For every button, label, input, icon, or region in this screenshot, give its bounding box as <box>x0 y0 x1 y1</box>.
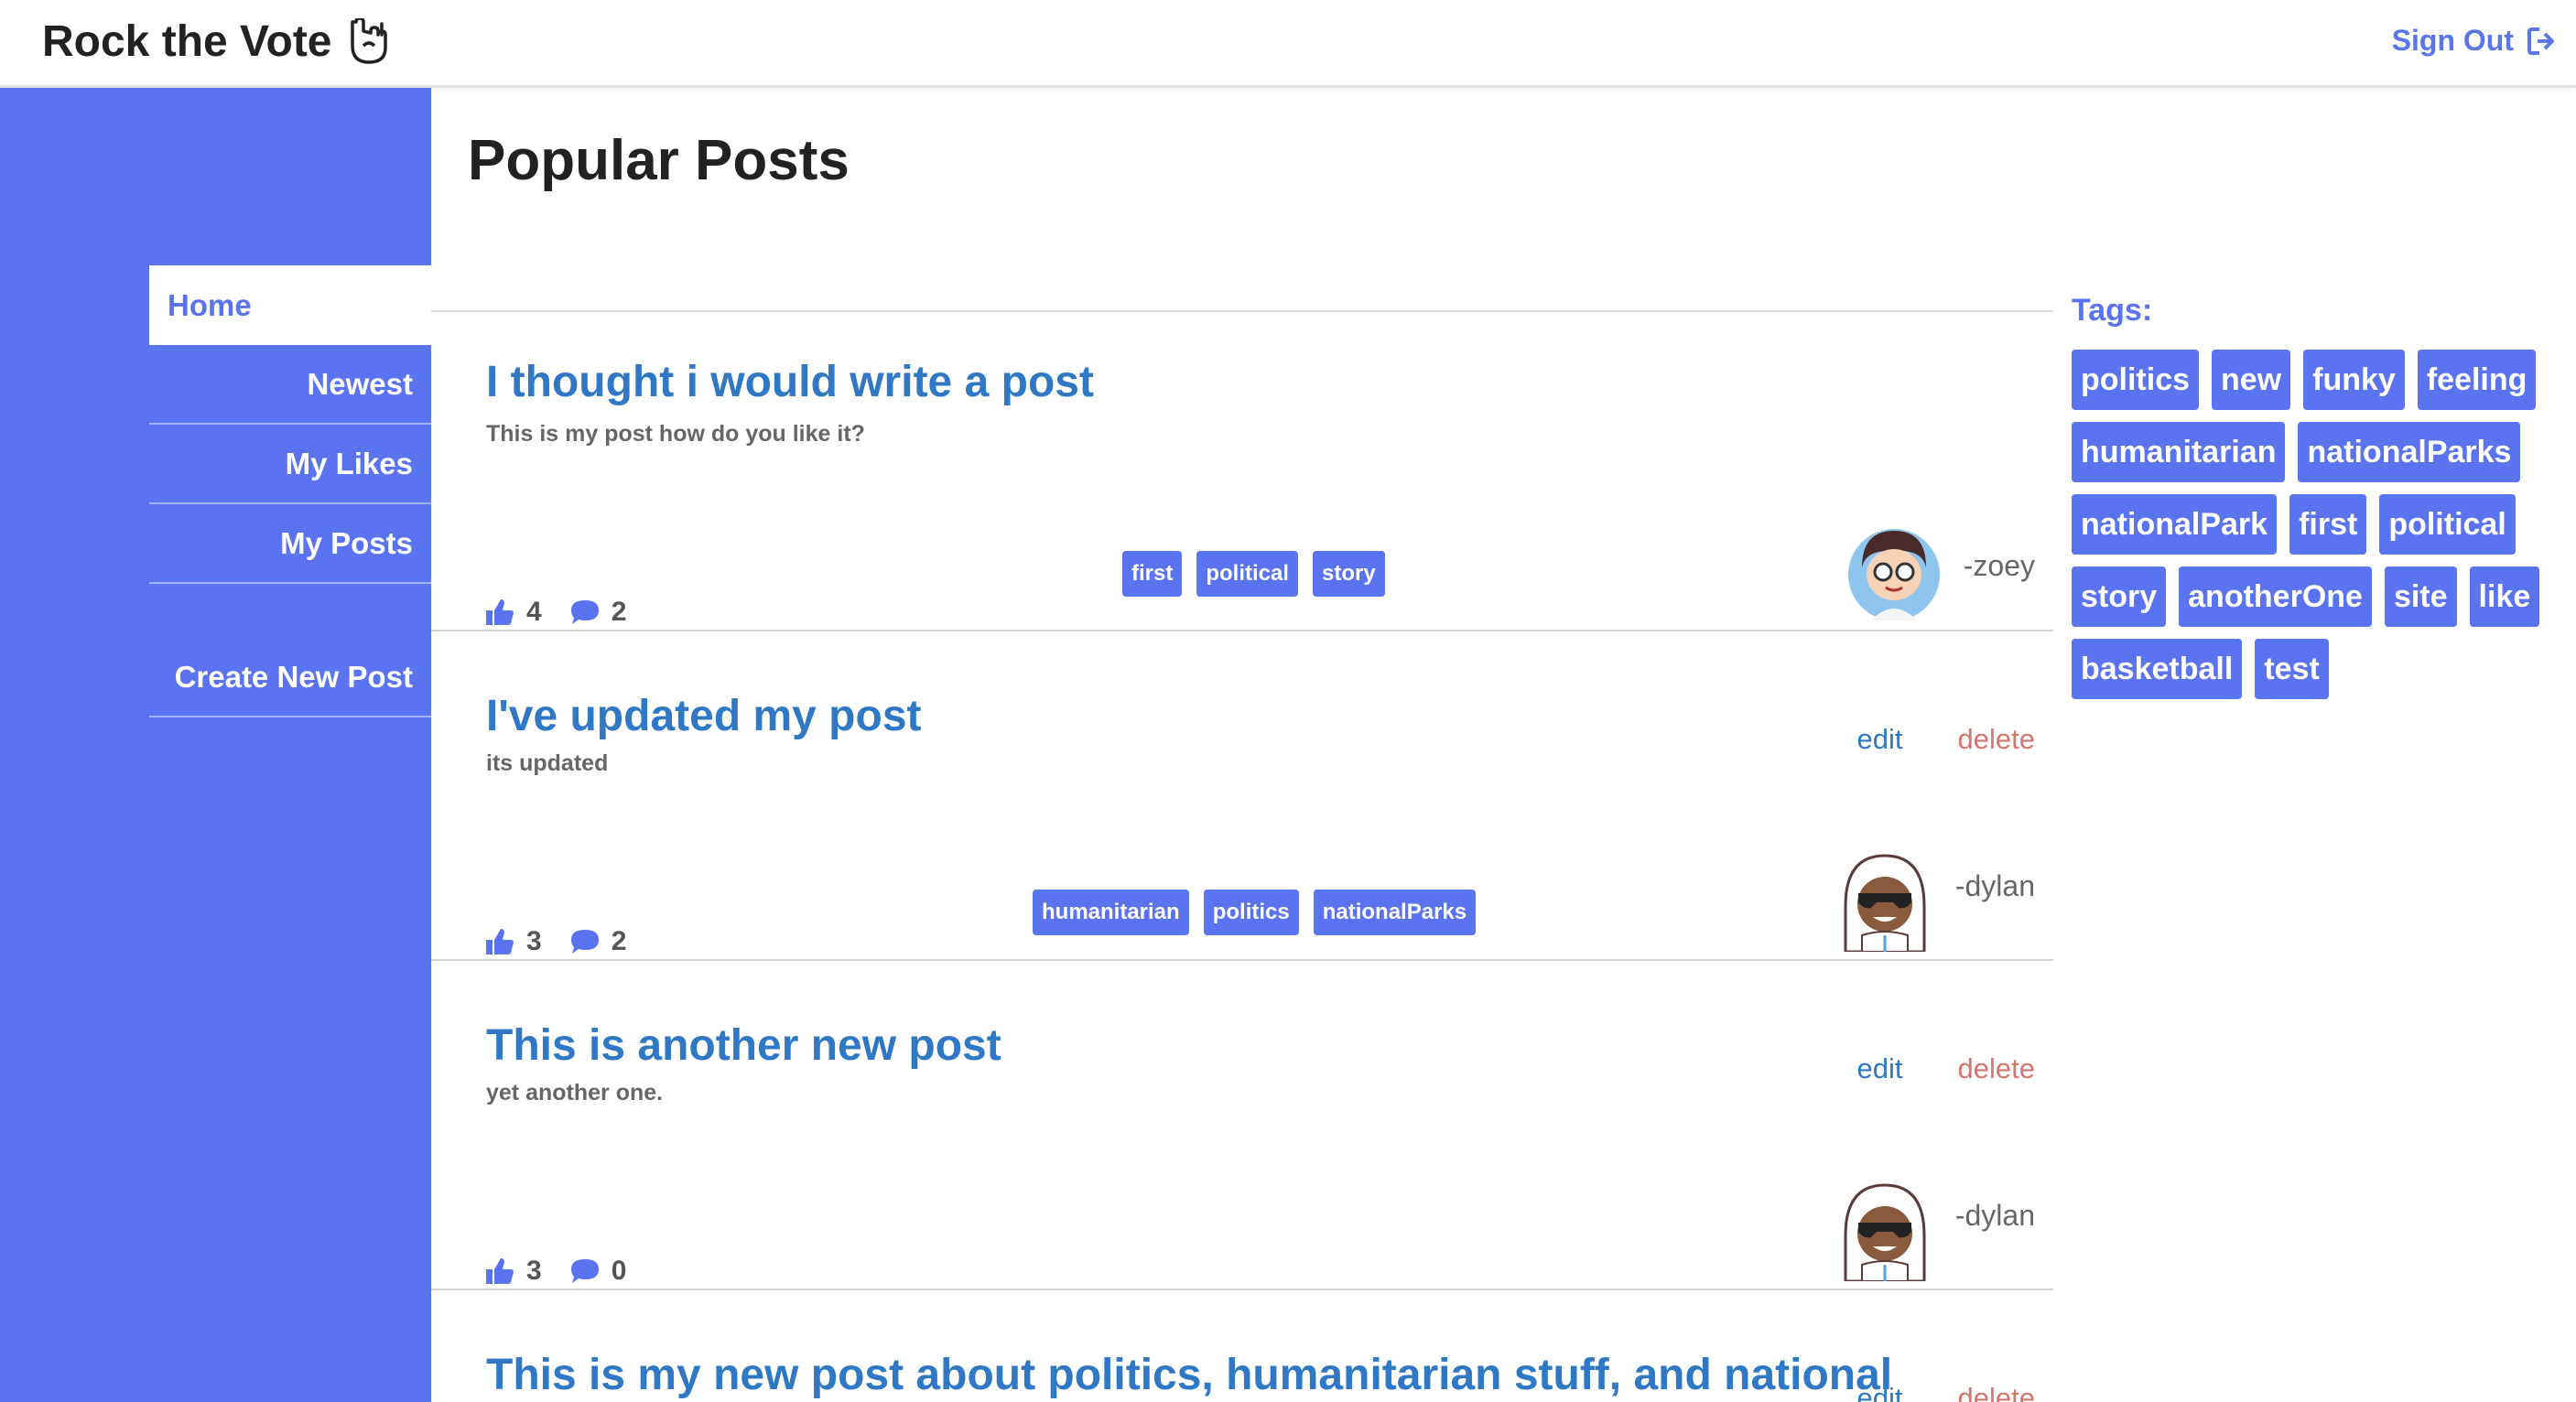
tag-row: nationalPark first political <box>2072 494 2516 555</box>
avatar <box>1844 1183 1926 1281</box>
post-card: This is my new post about politics, huma… <box>431 1290 2053 1402</box>
post-card: I've updated my post its updated edit de… <box>431 631 2053 961</box>
page-title: Popular Posts <box>468 129 850 192</box>
post-tags: humanitarian politics nationalParks <box>1033 890 1477 935</box>
tags-heading: Tags: <box>2072 293 2153 328</box>
tag[interactable]: nationalPark <box>2072 494 2278 555</box>
comment-count: 2 <box>611 926 627 956</box>
post-stats: 3 2 <box>484 926 626 957</box>
post-tag[interactable]: first <box>1122 551 1183 597</box>
comment-count: 0 <box>611 1256 627 1286</box>
sidebar-nav: Home Newest My Likes My Posts Create New… <box>149 265 431 717</box>
post-title[interactable]: This is my new post about politics, huma… <box>486 1350 1892 1400</box>
tag-row: politics new funky feeling <box>2072 350 2537 410</box>
comment-count: 2 <box>611 597 627 627</box>
sign-out-icon <box>2527 27 2554 55</box>
post-card: This is another new post yet another one… <box>431 961 2053 1290</box>
tag[interactable]: humanitarian <box>2072 422 2286 482</box>
edit-button[interactable]: edit <box>1857 1052 1903 1085</box>
post-actions: edit delete <box>1857 723 2035 756</box>
post-tags: first political story <box>1122 551 1385 597</box>
comment-icon <box>570 600 599 624</box>
comment-icon <box>570 1259 599 1283</box>
tag[interactable]: politics <box>2072 350 2200 410</box>
sign-out-label: Sign Out <box>2391 24 2514 57</box>
sidebar-item-create-new-post[interactable]: Create New Post <box>149 638 431 717</box>
post-actions: edit delete <box>1857 1052 2035 1085</box>
like-button[interactable]: 3 <box>484 1256 542 1287</box>
tag[interactable]: story <box>2072 566 2167 627</box>
tag[interactable]: new <box>2212 350 2291 410</box>
thumbs-up-icon <box>486 1258 514 1284</box>
sign-out-button[interactable]: Sign Out <box>2392 24 2560 58</box>
sidebar: Home Newest My Likes My Posts Create New… <box>0 88 431 1402</box>
avatar <box>1844 854 1926 952</box>
post-tag[interactable]: humanitarian <box>1033 890 1189 935</box>
post-stats: 4 2 <box>484 597 626 628</box>
edit-button[interactable]: edit <box>1857 1382 1903 1402</box>
tag-row: story anotherOne site like <box>2072 566 2540 627</box>
tag[interactable]: funky <box>2303 350 2405 410</box>
post-stats: 3 0 <box>484 1256 626 1287</box>
tag[interactable]: like <box>2469 566 2540 627</box>
thumbs-up-icon <box>486 929 514 954</box>
comment-button[interactable]: 0 <box>569 1256 627 1287</box>
post-description: This is my post how do you like it? <box>486 421 865 447</box>
post-title[interactable]: I thought i would write a post <box>486 357 1094 407</box>
tag-row: humanitarian nationalParks <box>2072 422 2521 482</box>
comment-icon <box>570 930 599 954</box>
delete-button[interactable]: delete <box>1958 723 2035 756</box>
delete-button[interactable]: delete <box>1958 1382 2035 1402</box>
post-author: -dylan <box>1954 1199 2035 1232</box>
post-tag[interactable]: politics <box>1203 890 1299 935</box>
brand-title: Rock the Vote <box>42 17 332 66</box>
post-title[interactable]: I've updated my post <box>486 691 922 741</box>
post-author: -zoey <box>1963 549 2035 582</box>
comment-button[interactable]: 2 <box>569 926 627 957</box>
post-tag[interactable]: nationalParks <box>1313 890 1477 935</box>
tag[interactable]: first <box>2289 494 2367 555</box>
post-tag[interactable]: political <box>1196 551 1299 597</box>
top-bar: Rock the Vote Sign Out <box>0 0 2576 88</box>
comment-button[interactable]: 2 <box>569 597 627 628</box>
post-title[interactable]: This is another new post <box>486 1020 1001 1071</box>
sidebar-item-newest[interactable]: Newest <box>149 345 431 425</box>
sidebar-item-my-posts[interactable]: My Posts <box>149 504 431 584</box>
post-description: its updated <box>486 750 609 776</box>
sidebar-item-my-likes[interactable]: My Likes <box>149 425 431 504</box>
post-card: I thought i would write a post This is m… <box>431 302 2053 631</box>
tag-row: basketball test <box>2072 639 2329 699</box>
post-tag[interactable]: story <box>1313 551 1385 597</box>
tag[interactable]: nationalParks <box>2298 422 2521 482</box>
tag[interactable]: basketball <box>2072 639 2243 699</box>
tag[interactable]: feeling <box>2417 350 2537 410</box>
delete-button[interactable]: delete <box>1958 1052 2035 1085</box>
rock-hand-icon <box>350 17 387 64</box>
edit-button[interactable]: edit <box>1857 723 1903 756</box>
post-actions: edit delete <box>1857 1382 2035 1402</box>
like-button[interactable]: 4 <box>484 597 542 628</box>
like-count: 4 <box>526 597 542 627</box>
like-button[interactable]: 3 <box>484 926 542 957</box>
tag[interactable]: test <box>2255 639 2329 699</box>
post-description: yet another one. <box>486 1080 664 1105</box>
tag[interactable]: anotherOne <box>2179 566 2372 627</box>
post-author: -dylan <box>1954 869 2035 902</box>
like-count: 3 <box>526 926 542 956</box>
brand[interactable]: Rock the Vote <box>42 16 389 67</box>
sidebar-item-home[interactable]: Home <box>149 265 431 345</box>
avatar <box>1848 529 1940 620</box>
tag[interactable]: site <box>2384 566 2457 627</box>
thumbs-up-icon <box>486 599 514 625</box>
tag[interactable]: political <box>2379 494 2516 555</box>
like-count: 3 <box>526 1256 542 1286</box>
